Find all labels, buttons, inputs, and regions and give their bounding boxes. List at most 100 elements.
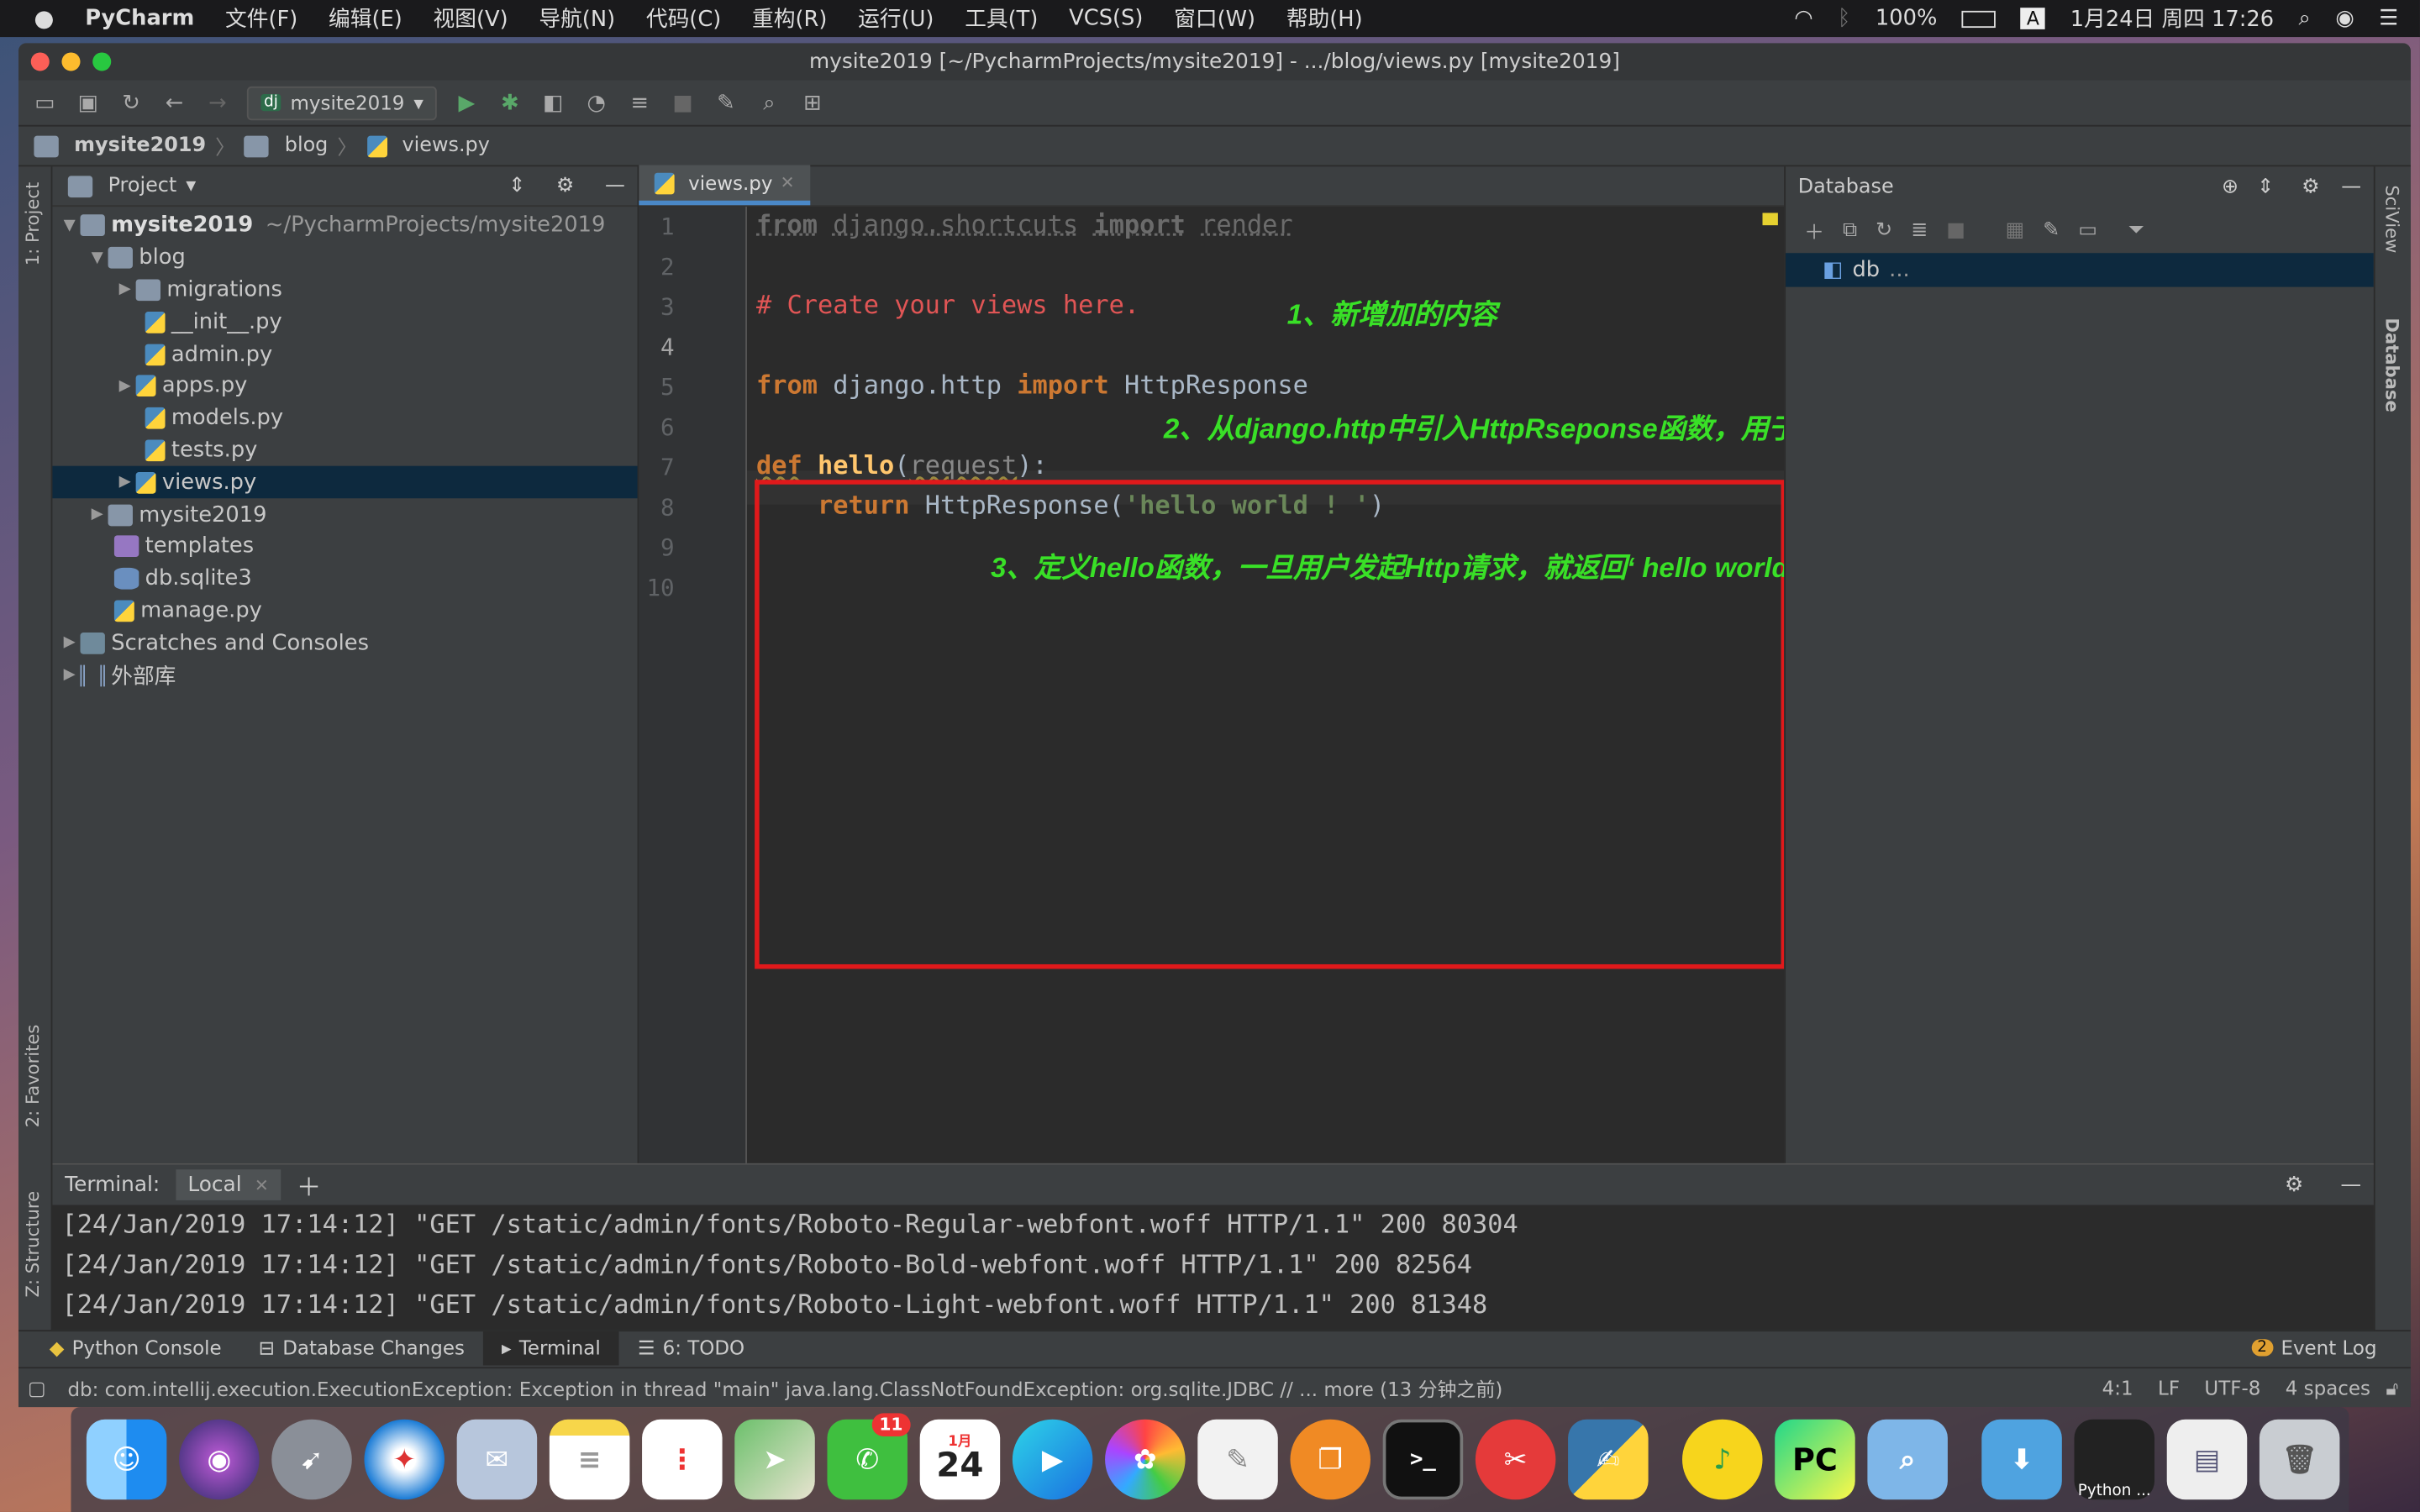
tree-item-external-libraries[interactable]: ▶ 外部库 [52, 659, 637, 691]
breadcrumb-item-blog[interactable]: blog [285, 134, 329, 158]
menu-code[interactable]: 代码(C) [646, 3, 721, 34]
tab-python-console[interactable]: ◆ Python Console [31, 1331, 240, 1364]
breadcrumb-item-file[interactable]: views.py [402, 134, 490, 158]
minimize-window-button[interactable] [61, 52, 81, 71]
stop-icon[interactable]: ■ [669, 89, 697, 117]
safari-icon[interactable]: ✦ [364, 1419, 445, 1500]
tree-item-admin[interactable]: admin.py [52, 339, 637, 370]
python-launcher-icon[interactable]: ✍ [1568, 1419, 1649, 1500]
tab-database-changes[interactable]: ⊟ Database Changes [240, 1331, 483, 1364]
tab-sciview[interactable]: SciView [2381, 185, 2403, 253]
indent-setting[interactable]: 4 spaces [2286, 1376, 2370, 1399]
collapse-all-icon[interactable]: ⇕ [2257, 175, 2274, 198]
breadcrumb-item-project[interactable]: mysite2019 [74, 134, 206, 158]
menu-help[interactable]: 帮助(H) [1286, 3, 1363, 34]
collapse-all-icon[interactable]: ⇕ [508, 175, 525, 198]
photos-icon[interactable]: ✿ [1105, 1419, 1186, 1500]
close-window-button[interactable] [30, 52, 50, 71]
menu-file[interactable]: 文件(F) [225, 3, 297, 34]
tree-item-migrations[interactable]: ▶ migrations [52, 274, 637, 306]
terminal-panel[interactable]: Terminal: Local ✕ ＋ ⚙ — [24/Jan/2019 17:… [52, 1163, 2374, 1331]
finder-icon[interactable]: ☺ [86, 1419, 167, 1500]
launchpad-icon[interactable]: ➹ [271, 1419, 352, 1500]
run-icon[interactable]: ▶ [453, 89, 481, 117]
siri-icon[interactable]: ◉ [2335, 6, 2354, 30]
menu-vcs[interactable]: VCS(S) [1069, 6, 1143, 30]
books-icon[interactable]: ❐ [1290, 1419, 1370, 1500]
project-panel-title[interactable]: Project [108, 175, 177, 198]
close-tab-icon[interactable]: ✕ [781, 173, 795, 193]
tab-todo[interactable]: ☰ 6: TODO [619, 1331, 763, 1364]
music-app-icon[interactable]: ♪ [1682, 1419, 1763, 1500]
filter-icon[interactable]: ⏷ [2128, 218, 2144, 242]
tab-terminal[interactable]: ▸ Terminal [482, 1331, 619, 1365]
menu-edit[interactable]: 编辑(E) [329, 3, 402, 34]
spotlight-search-icon[interactable]: ⌕ [2299, 6, 2311, 30]
expanded-arrow-icon[interactable]: ▼ [87, 249, 108, 266]
settings-wrench-icon[interactable]: ✎ [712, 89, 739, 117]
code-editor[interactable]: views.py ✕ 1 2 3 4 5 6 7 8 9 10 from dja… [639, 165, 2074, 1163]
tree-item-templates[interactable]: templates [52, 531, 637, 563]
collapsed-arrow-icon[interactable]: ▶ [87, 507, 108, 523]
menu-view[interactable]: 视图(V) [434, 3, 508, 34]
zoom-window-button[interactable] [92, 52, 112, 71]
tab-project[interactable]: 1: Project [22, 182, 44, 266]
tools-app-icon[interactable]: ✂ [1475, 1419, 1556, 1500]
console-icon[interactable]: ▭ [2078, 218, 2097, 242]
concurrency-icon[interactable]: ≡ [626, 89, 654, 117]
tree-item-root[interactable]: ▼ mysite2019 ~/PycharmProjects/mysite201… [52, 210, 637, 242]
tree-item-scratches[interactable]: ▶ Scratches and Consoles [52, 627, 637, 659]
trash-icon[interactable]: 🗑︎ [2259, 1419, 2340, 1500]
textedit-icon[interactable]: ✎ [1197, 1419, 1278, 1500]
run-configuration-select[interactable]: dj mysite2019 ▾ [246, 85, 438, 120]
collapsed-arrow-icon[interactable]: ▶ [59, 667, 81, 684]
caret-position[interactable]: 4:1 [2102, 1376, 2133, 1399]
search-icon[interactable]: ⌕ [755, 89, 783, 117]
menu-refactor[interactable]: 重构(R) [752, 3, 827, 34]
tree-item-db[interactable]: db.sqlite3 [52, 563, 637, 595]
window-thumbnail-icon[interactable]: ▤ [2166, 1419, 2248, 1500]
menu-window[interactable]: 窗口(W) [1174, 3, 1255, 34]
tab-structure[interactable]: Z: Structure [22, 1191, 44, 1298]
tree-item-apps[interactable]: ▶ apps.py [52, 370, 637, 402]
collapsed-arrow-icon[interactable]: ▶ [114, 474, 136, 491]
copy-icon[interactable]: ⧉ [1843, 218, 1857, 242]
database-item-db[interactable]: ◧ db ... [1786, 253, 2374, 287]
open-folder-icon[interactable]: ▭ [31, 89, 59, 117]
lock-icon[interactable]: 🔓︎ [2386, 1375, 2398, 1399]
terminal-tab-local[interactable]: Local ✕ [175, 1169, 281, 1200]
terminal-app-icon[interactable]: >_ [1382, 1419, 1464, 1500]
tab-database[interactable]: Database [2381, 318, 2403, 412]
downloads-folder-icon[interactable]: ⬇ [1981, 1419, 2062, 1500]
gear-icon[interactable]: ⚙ [556, 175, 574, 198]
sync-icon[interactable]: ↻ [118, 89, 145, 117]
debug-icon[interactable]: ✱ [496, 89, 523, 117]
back-icon[interactable]: ← [160, 89, 188, 117]
hide-panel-icon[interactable]: — [2340, 1173, 2361, 1197]
close-tab-icon[interactable]: ✕ [255, 1176, 269, 1196]
mail-eagle-icon[interactable]: ✉ [456, 1419, 538, 1500]
menu-tools[interactable]: 工具(T) [965, 3, 1038, 34]
chevron-down-icon[interactable]: ▾ [186, 175, 196, 198]
calendar-icon[interactable]: 1月 24 [919, 1419, 1001, 1500]
status-message[interactable]: db: com.intellij.execution.ExecutionExce… [67, 1373, 1888, 1403]
tab-favorites[interactable]: 2: Favorites [22, 1025, 44, 1128]
file-encoding[interactable]: UTF-8 [2204, 1376, 2260, 1399]
menu-run[interactable]: 运行(U) [858, 3, 934, 34]
apple-icon[interactable]: ● [34, 5, 54, 33]
add-icon[interactable]: ＋ [1804, 215, 1824, 245]
toggle-tool-windows-icon[interactable]: ▢ [28, 1376, 46, 1399]
tree-item-mysite2019[interactable]: ▶ mysite2019 [52, 499, 637, 531]
new-terminal-icon[interactable]: ＋ [297, 1167, 321, 1204]
tree-item-tests[interactable]: tests.py [52, 434, 637, 466]
menu-app-name[interactable]: PyCharm [85, 6, 194, 30]
reminders-icon[interactable]: ⋮ [642, 1419, 723, 1500]
notes-icon[interactable]: ≡ [549, 1419, 630, 1500]
input-method-indicator[interactable]: A [2020, 8, 2046, 29]
maps-icon[interactable]: ➤ [734, 1419, 815, 1500]
bluetooth-icon[interactable]: ᛒ [1838, 6, 1850, 30]
menu-navigate[interactable]: 导航(N) [539, 3, 615, 34]
tab-views-py[interactable]: views.py ✕ [639, 165, 810, 206]
tree-item-models[interactable]: models.py [52, 402, 637, 434]
sdk-manager-icon[interactable]: ⊞ [798, 89, 826, 117]
